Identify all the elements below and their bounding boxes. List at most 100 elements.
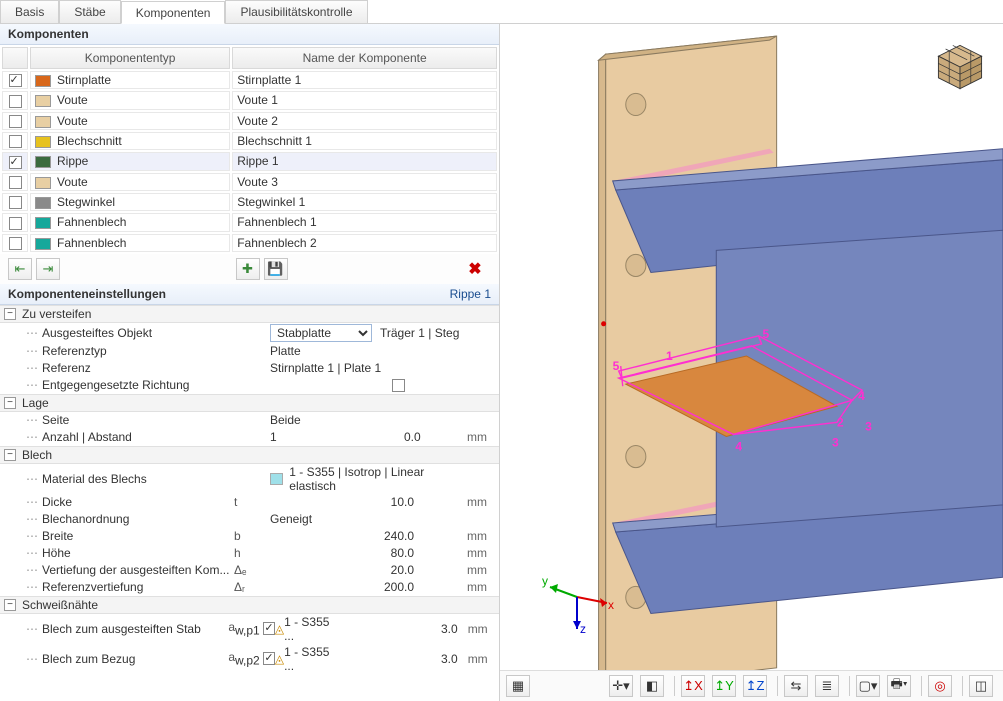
row-label: Anzahl | Abstand xyxy=(42,430,132,444)
color-swatch xyxy=(35,197,51,209)
print-button[interactable]: 🖶▾ xyxy=(887,675,911,697)
delete-button[interactable]: ✖ xyxy=(463,258,487,280)
tree-dots-icon: ⋯ xyxy=(26,378,38,392)
value-number[interactable]: 10.0 xyxy=(270,495,420,509)
weld-on-checkbox[interactable] xyxy=(263,622,274,635)
tab-komponenten[interactable]: Komponenten xyxy=(121,1,226,24)
settings-row: ⋯ReferenztypPlatte xyxy=(0,343,499,360)
row-checkbox[interactable] xyxy=(9,135,22,148)
sync-button[interactable]: ⇆ xyxy=(784,675,808,697)
view-button[interactable]: ◧ xyxy=(640,675,664,697)
table-row[interactable]: VouteVoute 2 xyxy=(2,112,497,130)
value-number[interactable]: 80.0 xyxy=(270,546,420,560)
save-button[interactable]: 💾 xyxy=(264,258,288,280)
collapse-icon[interactable]: − xyxy=(4,308,16,320)
collapse-icon[interactable]: − xyxy=(4,449,16,461)
settings-row: ⋯Blech zum ausgesteiften Stabaw,p1 ◬ 1 -… xyxy=(0,614,499,644)
axes-button[interactable]: ✛▾ xyxy=(609,675,633,697)
x-view-button[interactable]: ↥X xyxy=(681,675,705,697)
symbol: b xyxy=(234,529,270,543)
stack-button[interactable]: ≣ xyxy=(815,675,839,697)
row-label: Breite xyxy=(42,529,73,543)
components-table: Komponententyp Name der Komponente Stirn… xyxy=(0,45,499,254)
value-number[interactable]: 240.0 xyxy=(270,529,420,543)
table-row[interactable]: StegwinkelStegwinkel 1 xyxy=(2,193,497,211)
tab-staebe[interactable]: Stäbe xyxy=(59,0,120,23)
table-row[interactable]: VouteVoute 3 xyxy=(2,173,497,191)
target-button[interactable]: ◎ xyxy=(928,675,952,697)
row-label: Seite xyxy=(42,413,69,427)
row-checkbox[interactable] xyxy=(9,115,22,128)
settings-row: ⋯Vertiefung der ausgesteiften Kom...Δₑ20… xyxy=(0,562,499,579)
value-text: 1 xyxy=(270,430,277,444)
settings-row: ⋯BlechanordnungGeneigt xyxy=(0,511,499,528)
settings-row: ⋯Material des Blechs1 - S355 | Isotrop |… xyxy=(0,464,499,494)
settings-row: ⋯Anzahl | Abstand10.0mm xyxy=(0,429,499,446)
collapse-icon[interactable]: − xyxy=(4,599,16,611)
value-unit: mm xyxy=(463,546,495,560)
layers-button[interactable]: ▦ xyxy=(506,675,530,697)
components-header: Komponenten xyxy=(0,24,499,45)
new-button[interactable]: ✚ xyxy=(236,258,260,280)
3d-viewport[interactable]: 1 5 4 3 2 3 4 5 xyxy=(500,24,1003,670)
row-checkbox[interactable] xyxy=(9,176,22,189)
weld-on-checkbox[interactable] xyxy=(263,652,274,665)
value-select[interactable]: Stabplatte xyxy=(270,324,372,342)
row-checkbox[interactable] xyxy=(9,74,22,87)
move-up-button[interactable]: ⇤ xyxy=(8,258,32,280)
collapse-icon[interactable]: − xyxy=(4,397,16,409)
table-row[interactable]: FahnenblechFahnenblech 1 xyxy=(2,213,497,231)
table-row[interactable]: BlechschnittBlechschnitt 1 xyxy=(2,132,497,150)
weld-material: 1 - S355 ... xyxy=(284,615,334,643)
component-type: Fahnenblech xyxy=(57,236,126,250)
row-checkbox[interactable] xyxy=(9,237,22,250)
component-name: Voute 3 xyxy=(232,173,497,191)
svg-text:y: y xyxy=(542,574,548,588)
top-tabs: Basis Stäbe Komponenten Plausibilitätsko… xyxy=(0,0,1003,24)
orientation-cube-icon[interactable] xyxy=(933,40,987,94)
group-header-blech[interactable]: −Blech xyxy=(0,446,499,464)
value-number[interactable]: 200.0 xyxy=(270,580,420,594)
value-number[interactable]: 20.0 xyxy=(270,563,420,577)
row-checkbox[interactable] xyxy=(9,217,22,230)
tree-dots-icon: ⋯ xyxy=(26,546,38,560)
value-number[interactable]: 3.0 xyxy=(334,652,463,666)
tab-basis[interactable]: Basis xyxy=(0,0,59,23)
col-name[interactable]: Name der Komponente xyxy=(232,47,497,69)
row-label: Referenztyp xyxy=(42,344,107,358)
table-row[interactable]: RippeRippe 1 xyxy=(2,152,497,170)
table-row[interactable]: FahnenblechFahnenblech 2 xyxy=(2,234,497,252)
y-view-button[interactable]: ↥Y xyxy=(712,675,736,697)
color-swatch xyxy=(35,177,51,189)
panel-button[interactable]: ◫ xyxy=(969,675,993,697)
box-button[interactable]: ▢▾ xyxy=(856,675,880,697)
component-name: Rippe 1 xyxy=(232,152,497,170)
svg-text:z: z xyxy=(580,622,586,636)
table-row[interactable]: StirnplatteStirnplatte 1 xyxy=(2,71,497,89)
move-down-button[interactable]: ⇥ xyxy=(36,258,60,280)
group-header-welds[interactable]: −Schweißnähte xyxy=(0,596,499,614)
components-toolbar: ⇤ ⇥ ✚ 💾 ✖ xyxy=(0,254,499,284)
group-header-lage[interactable]: −Lage xyxy=(0,394,499,412)
tab-plausibilitaet[interactable]: Plausibilitätskontrolle xyxy=(225,0,367,23)
settings-row: ⋯ReferenzStirnplatte 1 | Plate 1 xyxy=(0,360,499,377)
col-type[interactable]: Komponententyp xyxy=(30,47,230,69)
table-row[interactable]: VouteVoute 1 xyxy=(2,91,497,109)
row-checkbox[interactable] xyxy=(9,156,22,169)
viewport-toolbar: ▦ ✛▾ ◧ ↥X ↥Y ↥Z ⇆ ≣ ▢▾ 🖶▾ ◎ ◫ xyxy=(500,670,1003,701)
value-checkbox[interactable] xyxy=(392,379,405,392)
row-label: Referenzvertiefung xyxy=(42,580,143,594)
svg-text:2: 2 xyxy=(837,415,844,429)
group-header-stiffen[interactable]: −Zu versteifen xyxy=(0,305,499,323)
color-swatch xyxy=(35,156,51,168)
color-swatch xyxy=(35,136,51,148)
symbol: t xyxy=(234,495,270,509)
value-number[interactable]: 3.0 xyxy=(334,622,463,636)
symbol: Δᵣ xyxy=(234,580,270,594)
row-checkbox[interactable] xyxy=(9,95,22,108)
value-number[interactable]: 0.0 xyxy=(277,430,427,444)
component-name: Stirnplatte 1 xyxy=(232,71,497,89)
row-checkbox[interactable] xyxy=(9,196,22,209)
value-unit: mm xyxy=(463,580,495,594)
z-view-button[interactable]: ↥Z xyxy=(743,675,767,697)
